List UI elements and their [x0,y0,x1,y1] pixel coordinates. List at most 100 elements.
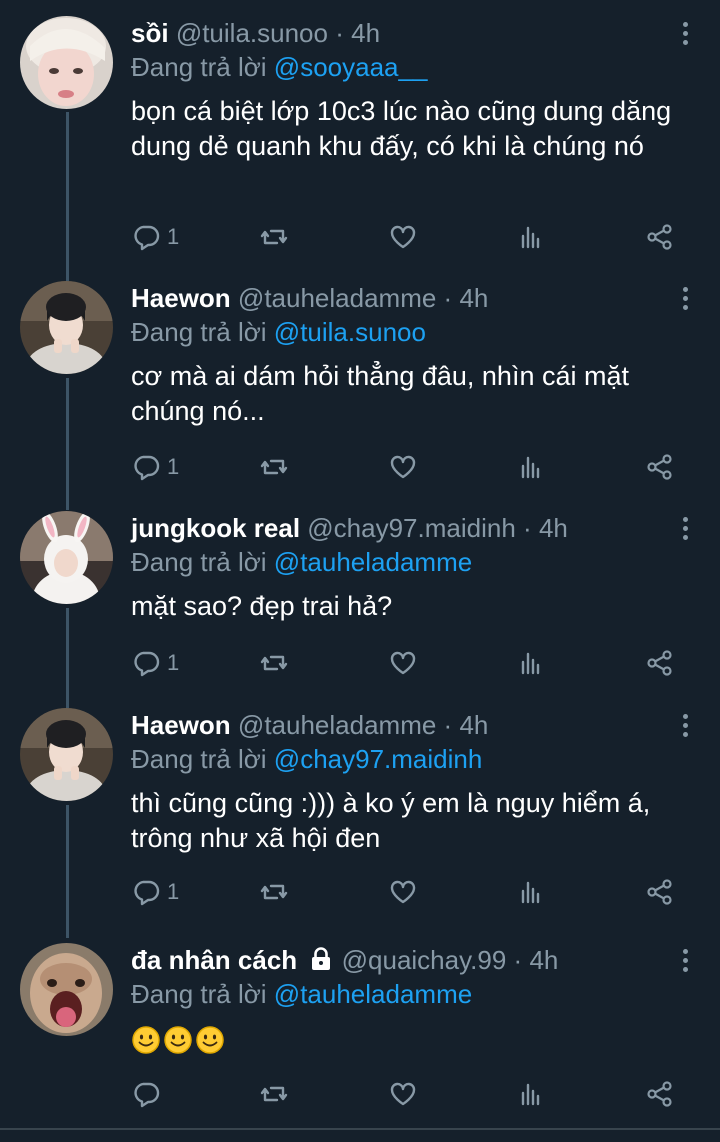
user-handle[interactable]: @chay97.maidinh [307,513,516,543]
separator-dot: · [523,513,532,543]
display-name[interactable]: jungkook real [131,513,300,543]
views-icon [521,652,540,675]
reply-count: 1 [167,879,180,904]
views-button[interactable] [517,645,547,681]
reply-button[interactable] [131,1076,167,1112]
avatar[interactable] [20,281,113,374]
timestamp[interactable]: 4h [459,283,488,313]
tweet[interactable]: Haewon @tauheladamme · 4h Đang trả lời @… [0,281,720,491]
user-handle[interactable]: @tauheladamme [238,710,436,740]
retweet-icon [260,1086,288,1102]
replying-to-label: Đang trả lời [131,317,267,347]
lock-icon [312,947,331,970]
share-button[interactable] [645,219,675,255]
reply-count: 1 [167,224,180,249]
more-vertical-icon[interactable] [682,949,688,975]
like-button[interactable] [388,449,418,485]
views-button[interactable] [517,219,547,255]
heart-icon [390,880,416,904]
display-name[interactable]: đa nhân cách [131,945,297,975]
avatar[interactable] [20,16,113,109]
avatar[interactable] [20,708,113,801]
separator-dot: · [335,18,344,48]
retweet-icon [260,884,288,900]
views-button[interactable] [517,1076,547,1112]
heart-icon [390,455,416,479]
tweet-text: mặt sao? đẹp trai hả? [131,591,393,621]
views-icon [521,1083,540,1106]
user-handle[interactable]: @tauheladamme [238,283,436,313]
timestamp[interactable]: 4h [351,18,380,48]
reply-button[interactable]: 1 [131,219,179,255]
share-button[interactable] [645,645,675,681]
display-name[interactable]: Haewon [131,710,231,740]
tweet-text: bọn cá biệt lớp 10c3 lúc nào cũng dung d… [131,96,672,161]
separator-dot: · [443,283,453,313]
tweet-text: thì cũng cũng :))) à ko ý em là nguy hiể… [131,788,651,853]
tweet[interactable]: sồi @tuila.sunoo · 4h Đang trả lời @sooy… [0,16,720,266]
share-icon [647,454,672,480]
retweet-button[interactable] [259,449,289,485]
divider [0,1128,720,1130]
reply-count: 1 [167,454,180,479]
replying-to-label: Đang trả lời [131,547,267,577]
reply-mention-link[interactable]: @tauheladamme [274,979,472,1009]
more-vertical-icon[interactable] [682,517,688,543]
more-vertical-icon[interactable] [682,287,688,313]
avatar[interactable] [20,943,113,1036]
timestamp[interactable]: 4h [459,710,488,740]
views-icon [521,881,540,904]
reply-icon [134,880,160,906]
heart-icon [390,225,416,249]
reply-mention-link[interactable]: @tauheladamme [274,547,472,577]
views-icon [521,456,540,479]
tweet[interactable]: đa nhân cách @quaichay.99 · 4h Đang trả … [0,943,720,1123]
share-icon [647,879,672,905]
replying-to-label: Đang trả lời [131,979,267,1009]
reply-button[interactable]: 1 [131,874,179,910]
like-button[interactable] [388,219,418,255]
like-button[interactable] [388,1076,418,1112]
like-button[interactable] [388,874,418,910]
retweet-button[interactable] [259,219,289,255]
share-icon [647,224,672,250]
timestamp[interactable]: 4h [539,513,568,543]
retweet-button[interactable] [259,645,289,681]
reply-button[interactable]: 1 [131,645,179,681]
tweet[interactable]: Haewon @tauheladamme · 4h Đang trả lời @… [0,708,720,918]
user-handle[interactable]: @tuila.sunoo [176,18,328,48]
reply-mention-link[interactable]: @tuila.sunoo [274,317,426,347]
display-name[interactable]: sồi [131,18,169,48]
reply-icon [134,651,160,677]
more-vertical-icon[interactable] [682,714,688,740]
retweet-icon [260,459,288,475]
separator-dot: · [513,945,523,975]
share-button[interactable] [645,449,675,485]
retweet-icon [260,655,288,671]
avatar[interactable] [20,511,113,604]
views-icon [521,226,540,249]
views-button[interactable] [517,874,547,910]
more-vertical-icon[interactable] [682,22,688,48]
user-handle[interactable]: @quaichay.99 [342,945,507,975]
share-button[interactable] [645,874,675,910]
share-icon [647,1081,672,1107]
heart-icon [390,1082,416,1106]
retweet-button[interactable] [259,874,289,910]
reply-icon [134,1082,160,1108]
tweet-emoji-text [131,1021,690,1056]
reply-mention-link[interactable]: @chay97.maidinh [274,744,483,774]
views-button[interactable] [517,449,547,485]
reply-mention-link[interactable]: @sooyaaa__ [274,52,428,82]
display-name[interactable]: Haewon [131,283,231,313]
retweet-button[interactable] [259,1076,289,1112]
timestamp[interactable]: 4h [529,945,558,975]
reply-count: 1 [167,650,180,675]
smiling-face-emoji [132,1026,160,1054]
reply-button[interactable]: 1 [131,449,179,485]
tweet[interactable]: jungkook real @chay97.maidinh · 4h Đang … [0,511,720,691]
share-button[interactable] [645,1076,675,1112]
reply-icon [134,455,160,481]
like-button[interactable] [388,645,418,681]
share-icon [647,650,672,676]
